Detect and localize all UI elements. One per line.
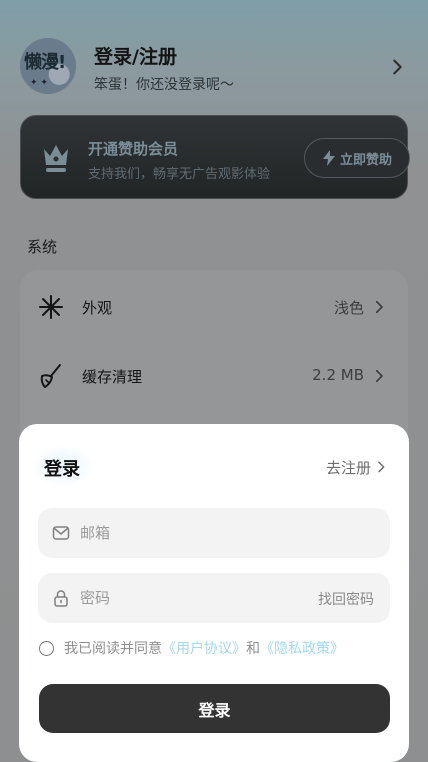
avatar-decoration: ✦ ✦	[30, 78, 48, 88]
password-field[interactable]: 找回密码	[38, 573, 390, 623]
broom-icon	[40, 364, 61, 388]
user-agreement-link[interactable]: 《用户协议》	[162, 638, 246, 658]
settings-item-label: 缓存清理	[82, 368, 143, 386]
crown-icon	[44, 145, 68, 172]
settings-item-value: 2.2 MB	[312, 366, 364, 384]
agree-and: 和	[246, 641, 260, 657]
avatar-text: 懒漫!	[24, 52, 66, 73]
login-button[interactable]: 登录	[39, 684, 390, 733]
email-field[interactable]	[38, 508, 390, 558]
chevron-right-icon	[375, 369, 383, 383]
sparkle-icon	[39, 295, 63, 319]
login-register-title[interactable]: 登录/注册	[94, 42, 177, 69]
chevron-right-icon	[375, 300, 383, 314]
agree-prefix: 我已阅读并同意	[64, 641, 162, 657]
avatar[interactable]: 懒漫! ✦ ✦	[20, 38, 76, 94]
forgot-password-link[interactable]: 找回密码	[318, 589, 374, 609]
sponsor-button[interactable]: 立即赞助	[304, 138, 410, 178]
sheet-title: 登录	[44, 459, 80, 480]
agreement-row: 我已阅读并同意 《用户协议》 和 《隐私政策》	[39, 638, 344, 658]
lightning-icon	[322, 150, 335, 166]
settings-item-value: 浅色	[333, 299, 364, 317]
mail-icon	[52, 526, 70, 540]
password-input[interactable]	[80, 573, 310, 623]
settings-item-label: 外观	[82, 299, 113, 317]
vip-title: 开通赞助会员	[88, 140, 179, 158]
agree-checkbox[interactable]	[39, 640, 54, 656]
settings-item-appearance[interactable]: 外观 浅色	[20, 272, 408, 340]
goto-register-link[interactable]: 去注册	[326, 457, 371, 478]
lock-icon	[54, 590, 68, 607]
chevron-right-icon[interactable]	[373, 459, 389, 475]
email-input[interactable]	[80, 508, 310, 558]
login-status-subtitle: 笨蛋！你还没登录呢～	[94, 77, 234, 93]
chevron-right-icon[interactable]	[386, 56, 408, 78]
vip-banner[interactable]: 开通赞助会员 支持我们，畅享无广告观影体验 立即赞助	[20, 115, 410, 199]
privacy-policy-link[interactable]: 《隐私政策》	[260, 638, 344, 658]
vip-subtitle: 支持我们，畅享无广告观影体验	[88, 167, 271, 182]
section-title-system: 系统	[27, 238, 58, 256]
profile-header[interactable]: 懒漫! ✦ ✦ 登录/注册 笨蛋！你还没登录呢～	[0, 0, 428, 110]
login-sheet: 登录 去注册 找回密码 我已阅读并同意 《用户协议》 和 《隐私政策》 登录	[19, 424, 409, 762]
settings-item-cache[interactable]: 缓存清理 2.2 MB	[20, 341, 408, 409]
sponsor-button-label: 立即赞助	[339, 152, 392, 168]
